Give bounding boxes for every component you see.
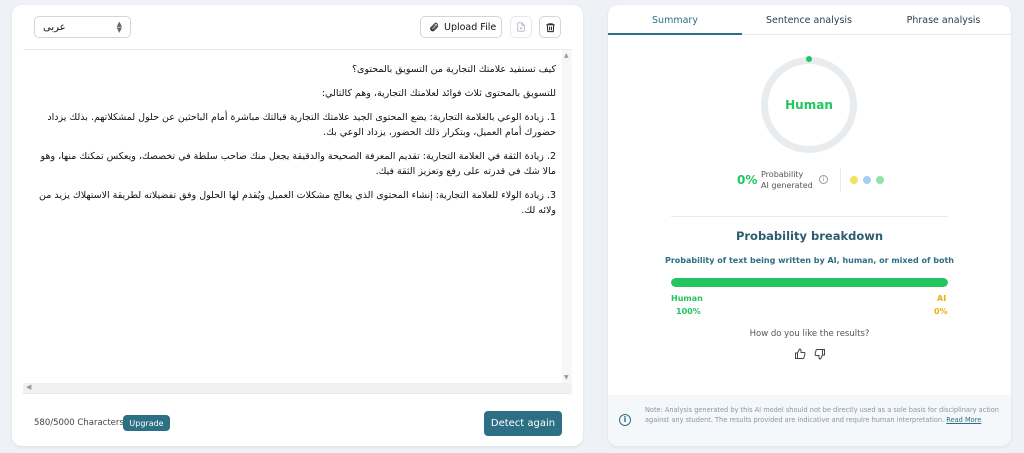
divider <box>840 168 841 192</box>
legend-ai-dot <box>850 176 858 184</box>
gauge-label: Human <box>785 98 833 112</box>
editor-paragraph: للتسويق بالمحتوى ثلاث فوائد لعلامتك التج… <box>321 88 556 99</box>
scroll-left-icon[interactable]: ◀ <box>26 383 31 391</box>
editor-content[interactable]: كيف تستفيد علامتك التجارية من التسويق با… <box>33 62 556 227</box>
text-input-panel: عربى ▲ ▼ Upload File كيف تستفيد علامتك ال… <box>12 5 583 446</box>
detect-again-button[interactable]: Detect again <box>484 411 562 436</box>
language-select[interactable]: عربى ▲ ▼ <box>34 16 131 38</box>
legend-human-dot <box>876 176 884 184</box>
tab-phrase-analysis[interactable]: Phrase analysis <box>876 5 1011 35</box>
disclaimer-text: Note: Analysis generated by this AI mode… <box>645 405 1001 425</box>
new-document-button[interactable] <box>510 16 532 38</box>
editor-paragraph: 2. زيادة الثقة في العلامة التجارية: تقدي… <box>40 151 556 177</box>
paperclip-icon <box>430 22 439 32</box>
thumbs-down-icon[interactable] <box>814 348 826 360</box>
ai-probability-label-line: Probability <box>761 170 804 179</box>
tab-summary[interactable]: Summary <box>608 5 742 35</box>
scroll-down-icon[interactable]: ▼ <box>564 374 569 381</box>
tab-sentence-analysis[interactable]: Sentence analysis <box>742 5 876 35</box>
editor-paragraph: 1. زيادة الوعي بالعلامة التجارية: يضع ال… <box>47 112 556 138</box>
ai-percentage: 0% <box>934 307 948 316</box>
scroll-up-icon[interactable]: ▲ <box>564 52 569 59</box>
ai-probability-label: Probability AI generated <box>761 169 813 191</box>
file-plus-icon <box>517 22 525 32</box>
horizontal-scrollbar[interactable]: ◀ <box>23 383 572 393</box>
character-count: 580/5000 Characters <box>34 418 124 428</box>
human-label: Human <box>671 294 703 303</box>
breakdown-subtitle: Probability of text being written by AI,… <box>665 256 954 265</box>
editor-paragraph: كيف تستفيد علامتك التجارية من التسويق با… <box>351 64 556 75</box>
results-tabs: Summary Sentence analysis Phrase analysi… <box>608 5 1011 35</box>
chevron-updown-icon: ▲ ▼ <box>116 20 122 34</box>
info-icon[interactable]: i <box>819 175 828 184</box>
info-icon: i <box>619 414 631 426</box>
probability-bar <box>671 278 948 287</box>
upload-file-button[interactable]: Upload File <box>420 16 502 38</box>
text-editor[interactable]: كيف تستفيد علامتك التجارية من التسويق با… <box>23 49 572 394</box>
clear-text-button[interactable] <box>539 16 561 38</box>
legend-mixed-dot <box>863 176 871 184</box>
human-percentage: 100% <box>676 307 701 316</box>
language-select-value: عربى <box>43 21 66 33</box>
divider <box>671 216 948 217</box>
thumbs-up-icon[interactable] <box>794 348 806 360</box>
disclaimer-note: i Note: Analysis generated by this AI mo… <box>608 395 1011 446</box>
result-gauge: Human <box>761 56 857 153</box>
probability-bar-human-fill <box>671 278 948 287</box>
editor-paragraph: 3. زيادة الولاء للعلامة التجارية: إنشاء … <box>39 190 556 216</box>
trash-icon <box>545 22 555 32</box>
active-tab-indicator <box>608 33 742 35</box>
upgrade-button[interactable]: Upgrade <box>123 415 170 431</box>
upload-file-label: Upload File <box>444 21 497 33</box>
ai-probability-row: 0% Probability AI generated i <box>608 168 1011 194</box>
ai-label: AI <box>937 294 947 303</box>
results-panel: Summary Sentence analysis Phrase analysi… <box>608 5 1011 446</box>
read-more-link[interactable]: Read More <box>946 416 981 424</box>
breakdown-title: Probability breakdown <box>735 229 884 243</box>
gauge-marker <box>806 56 812 62</box>
ai-probability-value: 0% <box>737 173 758 187</box>
ai-probability-label-line: AI generated <box>761 181 813 190</box>
vertical-scrollbar[interactable]: ▲ ▼ <box>562 50 572 393</box>
feedback-question: How do you like the results? <box>749 329 870 339</box>
